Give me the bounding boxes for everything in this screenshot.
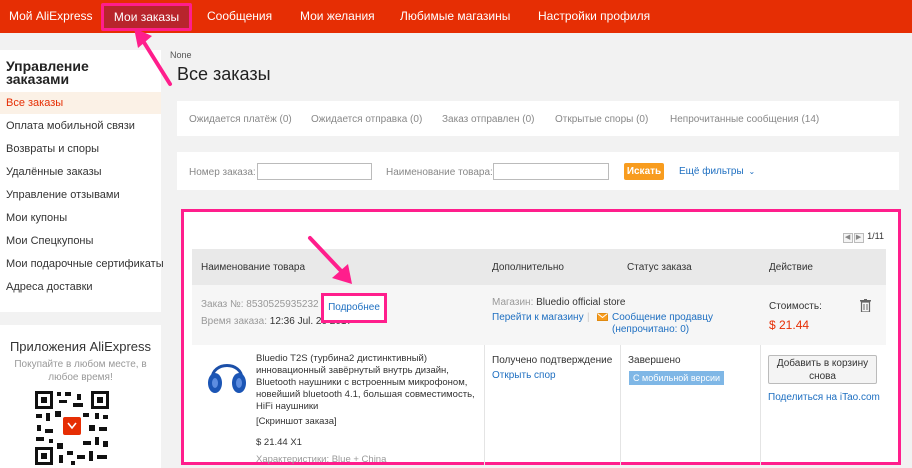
tab-shipped[interactable]: Заказ отправлен (0) [442, 114, 534, 125]
share-prefix: Поделиться на [768, 392, 840, 403]
order-status: Завершено [628, 355, 681, 366]
order-filters: Номер заказа: Наименование товара: Искат… [177, 152, 899, 190]
order-item-row: Bluedio T2S (турбина2 дистинктивный) инн… [192, 345, 886, 465]
envelope-icon [597, 313, 608, 321]
go-to-store-link[interactable]: Перейти к магазину [492, 312, 584, 323]
order-details-link[interactable]: Подробнее [321, 293, 387, 323]
mobile-version-badge: С мобильной версии [629, 371, 725, 385]
trash-icon[interactable] [860, 299, 871, 312]
top-navigation: Мой AliExpress Мои заказы Сообщения Мои … [0, 0, 912, 33]
order-number-input[interactable] [257, 163, 372, 180]
sidebar-item-coupons[interactable]: Мои купоны [6, 212, 67, 224]
order-number-label: Заказ №: [201, 299, 244, 310]
headphones-image[interactable] [206, 353, 248, 398]
page-title: Все заказы [177, 64, 271, 84]
more-filters-link[interactable]: Ещё фильтры ⌄ [679, 166, 755, 177]
qr-code [33, 389, 111, 467]
nav-my-orders[interactable]: Мои заказы [101, 3, 192, 31]
next-page-button[interactable]: ▶ [853, 233, 864, 243]
apps-title: Приложения AliExpress [9, 339, 152, 354]
order-status-tabs: Ожидается платёж (0) Ожидается отправка … [177, 101, 899, 136]
search-button[interactable]: Искать [624, 163, 664, 180]
column-divider [760, 345, 761, 465]
sidebar-item-deleted[interactable]: Удалённые заказы [6, 166, 102, 178]
order-number-label: Номер заказа: [189, 167, 256, 178]
order-number-value: 8530525935232 [246, 299, 319, 310]
apps-promo: Приложения AliExpress Покупайте в любом … [0, 325, 161, 468]
tab-awaiting-payment[interactable]: Ожидается платёж (0) [189, 114, 292, 125]
nav-my-aliexpress[interactable]: Мой AliExpress [9, 0, 93, 33]
tab-unread-messages[interactable]: Непрочитанные сообщения (14) [670, 114, 819, 125]
store-label: Магазин: [492, 297, 534, 308]
product-characteristics: Характеристики: Blue + China [256, 454, 387, 465]
header-additional: Дополнительно [492, 262, 564, 273]
sidebar-item-all-orders[interactable]: Все заказы [6, 97, 63, 109]
column-divider [620, 345, 621, 465]
chevron-down-icon: ⌄ [748, 167, 756, 176]
cost-label: Стоимость: [769, 301, 822, 312]
sidebar-item-special-coupons[interactable]: Мои Спецкупоны [6, 235, 93, 247]
share-link[interactable]: Поделиться на iTao.com [768, 392, 880, 403]
sidebar-item-mobile-payment[interactable]: Оплата мобильной связи [6, 120, 135, 132]
sidebar-item-addresses[interactable]: Адреса доставки [6, 281, 93, 293]
header-action: Действие [769, 262, 813, 273]
open-dispute-link[interactable]: Открыть спор [492, 370, 556, 381]
product-info: Bluedio T2S (турбина2 дистинктивный) инн… [256, 353, 486, 466]
share-site: iTao.com [839, 392, 880, 403]
order-cost: $ 21.44 [769, 318, 810, 332]
nav-messages[interactable]: Сообщения [207, 0, 272, 33]
store-name: Bluedio official store [536, 297, 626, 308]
order-time-label: Время заказа: [201, 316, 267, 327]
sidebar-item-returns[interactable]: Возвраты и споры [6, 143, 99, 155]
breadcrumb: None [170, 50, 192, 60]
tab-open-disputes[interactable]: Открытые споры (0) [555, 114, 648, 125]
product-price-qty: $ 21.44 X1 [256, 437, 302, 448]
product-name-input[interactable] [493, 163, 609, 180]
sidebar-item-gift-cards[interactable]: Мои подарочные сертификаты [6, 258, 164, 270]
sidebar-item-reviews[interactable]: Управление отзывами [6, 189, 120, 201]
product-name-label: Наименование товара: [386, 167, 493, 178]
order-snapshot-link[interactable]: [Скриншот заказа] [256, 416, 486, 428]
confirmation-status: Получено подтверждение [492, 355, 613, 366]
store-info: Магазин: Bluedio official store [492, 297, 625, 308]
pagination: ◀ ▶ 1/11 [842, 231, 884, 243]
link-separator: | [587, 312, 590, 323]
add-to-cart-again-button[interactable]: Добавить в корзину снова [768, 355, 877, 384]
table-header: Наименование товара Дополнительно Статус… [192, 249, 886, 285]
column-divider [484, 345, 485, 465]
order-number: Заказ №: 8530525935232 [201, 299, 319, 310]
message-seller-link[interactable]: Сообщение продавцу [612, 312, 713, 323]
more-filters-label: Ещё фильтры [679, 166, 744, 177]
nav-wishlist[interactable]: Мои желания [300, 0, 375, 33]
page-indicator: 1/11 [867, 231, 884, 241]
message-unread-count[interactable]: (непрочитано: 0) [612, 324, 689, 335]
apps-subtitle: Покупайте в любом месте, в любое время! [14, 359, 147, 383]
nav-favorite-stores[interactable]: Любимые магазины [400, 0, 510, 33]
header-product: Наименование товара [201, 262, 306, 273]
tab-awaiting-shipment[interactable]: Ожидается отправка (0) [311, 114, 422, 125]
header-status: Статус заказа [627, 262, 692, 273]
nav-profile-settings[interactable]: Настройки профиля [538, 0, 650, 33]
prev-page-button[interactable]: ◀ [842, 233, 853, 243]
product-title[interactable]: Bluedio T2S (турбина2 дистинктивный) инн… [256, 353, 486, 413]
order-header-row: Заказ №: 8530525935232 Время заказа: 12:… [192, 285, 886, 345]
sidebar: Управление заказами Все заказы Оплата мо… [0, 50, 164, 312]
sidebar-title: Управление заказами [6, 58, 89, 87]
orders-table: ◀ ▶ 1/11 Наименование товара Дополнительн… [181, 209, 901, 465]
